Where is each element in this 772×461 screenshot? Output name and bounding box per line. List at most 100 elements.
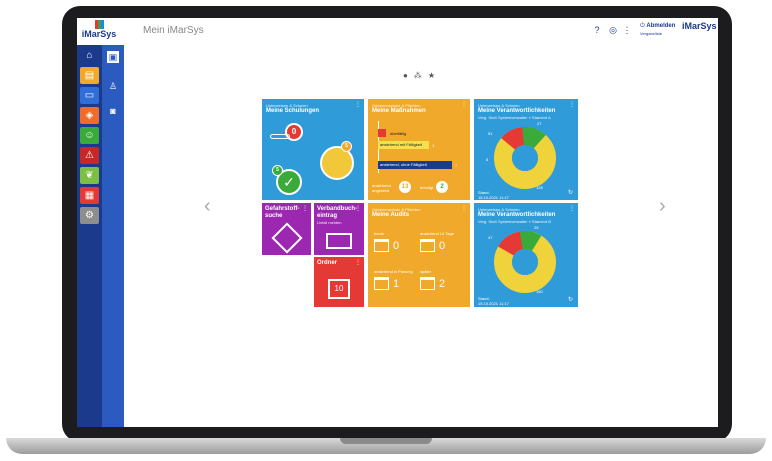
- stand-a: Stand: 15.10.2021 11:17: [478, 190, 509, 200]
- tile-meine-schulungen[interactable]: Unterweisen & Schulen Meine Schulungen ⋮…: [262, 99, 364, 200]
- tile-menu-icon[interactable]: ⋮: [355, 101, 361, 108]
- bar-no-due: anstehend, ohne Fälligkeit: [378, 161, 452, 169]
- book-icon: [326, 233, 352, 249]
- tile-menu-icon[interactable]: ⋮: [355, 259, 361, 266]
- bar-due-value: 1: [432, 143, 435, 148]
- laptop-icon: ▭: [84, 90, 95, 101]
- dashboard-icon[interactable]: ▣: [107, 51, 119, 63]
- donut-a-label-4: 128: [536, 185, 543, 190]
- bar-overdue: [378, 129, 386, 137]
- tile-menu-icon[interactable]: ⋮: [569, 101, 575, 108]
- sidebar-training[interactable]: ◈: [80, 107, 99, 124]
- audit-planning-label: anstehend in Planung: [374, 269, 413, 274]
- prev-page-arrow[interactable]: ‹: [204, 195, 211, 218]
- tile-verbandbucheintrag[interactable]: Verbandbuch-eintrag Unfall melden ⋮: [314, 203, 364, 255]
- audit-today-label: heute: [374, 231, 385, 236]
- donut-a-label-3: 8: [486, 157, 489, 162]
- tile-description: Verg. Stoß Systemverwalter » Standort B: [478, 219, 551, 224]
- tile-meine-audits[interactable]: Gefahrenschutz & Pflichten Meine Audits …: [368, 203, 470, 307]
- tile-title: Meine Verantwortlichkeiten: [478, 108, 556, 114]
- donut-chart-b: [493, 231, 556, 293]
- audit-14d-value: 0: [439, 240, 446, 252]
- bar-due: anstehend mit Fälligkeit: [378, 141, 429, 149]
- tile-title: Meine Maßnahmen: [372, 108, 426, 114]
- calendar-icon: [374, 239, 389, 252]
- profile-view-icon[interactable]: ●: [403, 71, 414, 80]
- sidebar-it[interactable]: ▭: [80, 87, 99, 104]
- main-sidebar: ⌂ ▤ ▭ ◈ ☺ ⚠ ❦ ▦ ⚙: [77, 45, 102, 427]
- refresh-icon[interactable]: ↻: [568, 296, 573, 303]
- help-icon[interactable]: ?: [592, 25, 602, 35]
- chart-view-icon[interactable]: ⁂: [414, 71, 428, 80]
- upcoming-badge: 5: [341, 141, 352, 152]
- sidebar-environment[interactable]: ❦: [80, 167, 99, 184]
- audit-planning-value: 1: [393, 278, 400, 290]
- next-page-arrow[interactable]: ›: [659, 195, 666, 218]
- tile-gefahrstoffsuche[interactable]: Gefahrstoff-suche ⋮: [262, 203, 311, 255]
- brand-logo-right: iMarSys: [682, 21, 717, 31]
- refresh-icon[interactable]: ↻: [568, 189, 573, 196]
- sidebar-documents[interactable]: ▤: [80, 67, 99, 84]
- camera-icon[interactable]: ◙: [107, 105, 119, 117]
- leaf-icon: ❦: [85, 170, 94, 181]
- tile-menu-icon[interactable]: ⋮: [355, 205, 361, 212]
- globe-icon[interactable]: ◎: [608, 25, 618, 35]
- person-icon: ☺: [84, 130, 95, 141]
- done-count-badge: 2: [436, 181, 448, 193]
- laptop-notch: [340, 438, 432, 444]
- tile-description: Verg. Stoß Systemverwalter » Standort A: [478, 115, 551, 120]
- screen: iMarSys Mein iMarSys ? ◎ ⋮ ⏻ Abmelden Ver…: [77, 18, 718, 427]
- sidebar-file[interactable]: ▦: [80, 187, 99, 204]
- file-icon: ▦: [84, 190, 95, 201]
- tile-menu-icon[interactable]: ⋮: [461, 101, 467, 108]
- calendar-icon: [420, 277, 435, 290]
- bar-overdue-label: überfällig: [390, 131, 407, 136]
- dashboard-content: ●⁂★ ‹ › Unterweisen & Schulen Meine Schu…: [124, 45, 718, 427]
- donut-b-label-3: 160: [536, 289, 543, 294]
- donut-a-label-2: 51: [488, 131, 493, 136]
- tile-meine-massnahmen[interactable]: Gefahrenschutz & Pflichten Meine Maßnahm…: [368, 99, 470, 200]
- planned-badge: 13: [399, 181, 411, 193]
- user-icon[interactable]: ♙: [107, 80, 119, 92]
- audit-later-label: später: [420, 269, 432, 274]
- tile-title: Gefahrstoff-suche: [265, 206, 300, 219]
- tile-menu-icon[interactable]: ⋮: [461, 205, 467, 212]
- tile-verantwortlichkeiten-b[interactable]: Unterweisen & Schulen Meine Verantwortli…: [474, 203, 578, 307]
- warning-icon: ⚠: [85, 150, 94, 161]
- graduation-icon: ◈: [85, 110, 94, 121]
- donut-a-label-1: 27: [537, 121, 542, 126]
- donut-b-label-1: 25: [534, 225, 539, 230]
- document-icon: ▤: [84, 70, 95, 81]
- tile-title: Verbandbuch-eintrag: [317, 206, 358, 219]
- secondary-sidebar: ▣ ♙ ◙: [102, 45, 124, 427]
- pipe-icon: [270, 134, 290, 139]
- tile-title: Meine Schulungen: [266, 108, 320, 114]
- app-title: Mein iMarSys: [143, 25, 204, 36]
- tile-menu-icon[interactable]: ⋮: [569, 205, 575, 212]
- sidebar-person[interactable]: ☺: [80, 127, 99, 144]
- logout-button[interactable]: ⏻ Abmelden Vergabeliste: [640, 23, 675, 38]
- tile-ordner[interactable]: Ordner ⋮ 10: [314, 257, 364, 307]
- calendar-icon: [420, 239, 435, 252]
- planned-label: anstehend angesetzt: [372, 183, 391, 193]
- calendar-icon: [374, 277, 389, 290]
- favorite-icon[interactable]: ★: [428, 71, 441, 80]
- sidebar-home[interactable]: ⌂: [80, 47, 99, 64]
- done-label: erledigt: [420, 185, 434, 190]
- view-switcher[interactable]: ●⁂★: [403, 71, 441, 80]
- tile-menu-icon[interactable]: ⋮: [302, 205, 308, 212]
- sidebar-settings[interactable]: ⚙: [80, 207, 99, 224]
- tile-verantwortlichkeiten-a[interactable]: Unterweisen & Schulen Meine Verantwortli…: [474, 99, 578, 200]
- tile-subtitle: Unterweisen & Schulen: [266, 103, 308, 108]
- done-badge: 5: [272, 165, 283, 176]
- top-bar: iMarSys Mein iMarSys ? ◎ ⋮ ⏻ Abmelden Ver…: [77, 18, 718, 46]
- donut-chart-a: [494, 127, 556, 189]
- tile-subtitle: Gefahrenschutz & Pflichten: [372, 103, 421, 108]
- home-icon: ⌂: [86, 50, 93, 61]
- sidebar-warning[interactable]: ⚠: [80, 147, 99, 164]
- donut-b-label-2: 47: [488, 235, 493, 240]
- audit-later-value: 2: [439, 278, 446, 290]
- stand-b: Stand: 15.10.2021 11:17: [478, 296, 509, 306]
- more-icon[interactable]: ⋮: [622, 25, 632, 35]
- app-logo[interactable]: iMarSys: [79, 20, 119, 44]
